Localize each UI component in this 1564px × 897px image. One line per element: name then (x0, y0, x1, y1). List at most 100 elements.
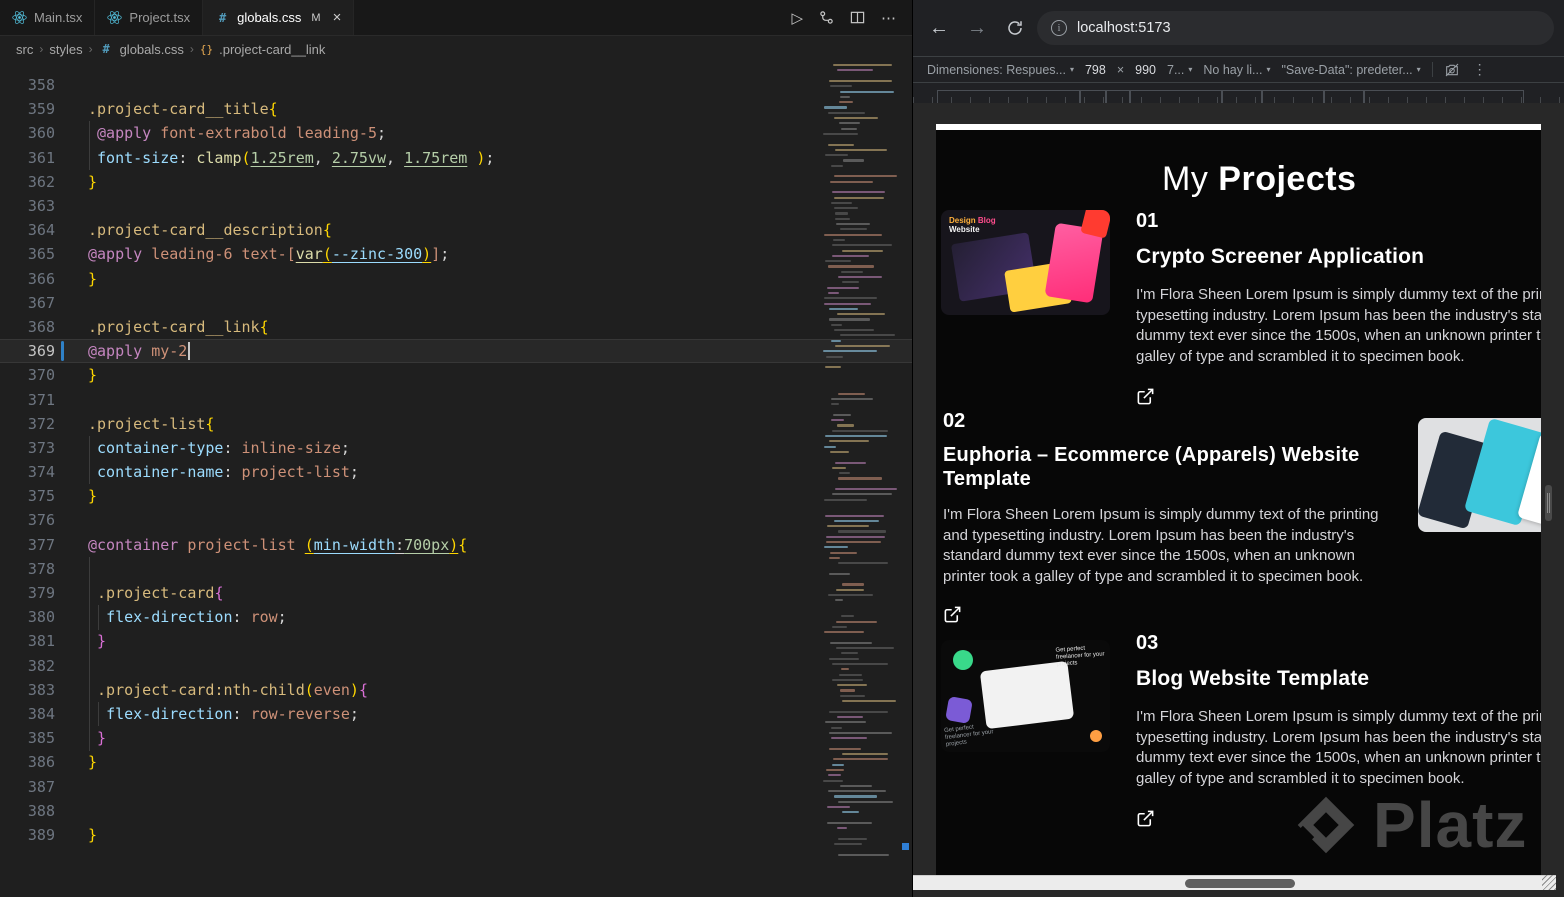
minimap-line (835, 488, 898, 491)
code-line-378[interactable]: 378 (0, 557, 912, 581)
back-icon[interactable]: ← (923, 12, 955, 44)
minimap-line (842, 583, 865, 586)
minimap-line (833, 238, 845, 242)
code-line-379[interactable]: 379 .project-card{ (0, 581, 912, 605)
minimap-line (834, 117, 878, 120)
line-number: 361 (27, 148, 55, 167)
code-line-361[interactable]: 361 font-size: clamp(1.25rem, 2.75vw, 1.… (0, 146, 912, 170)
code-line-386[interactable]: 386} (0, 750, 912, 774)
minimap-line (831, 429, 889, 432)
viewport-height-input[interactable]: 990 (1135, 63, 1156, 77)
breadcrumb-item-symbol[interactable]: .project-card__link (219, 42, 325, 57)
throttling-dropdown[interactable]: No hay li... ▾ (1203, 63, 1270, 77)
breadcrumb-item-file[interactable]: globals.css (120, 42, 184, 57)
code-line-367[interactable]: 367 (0, 291, 912, 315)
code-line-364[interactable]: 364 .project-card__description{ (0, 218, 912, 242)
code-line-377[interactable]: 377 @container project-list (min-width:70… (0, 533, 912, 557)
tab-main-tsx[interactable]: Main.tsx (0, 0, 96, 35)
code-line-373[interactable]: 373 container-type: inline-size; (0, 436, 912, 460)
viewport-resize-handle[interactable] (1545, 485, 1552, 521)
url-bar[interactable]: i localhost:5173 (1037, 11, 1554, 45)
code-line-376[interactable]: 376 (0, 508, 912, 532)
code-line-387[interactable]: 387 (0, 774, 912, 798)
ruler-segment (1106, 90, 1130, 103)
code-line-384[interactable]: 384 flex-direction: row-reverse; (0, 702, 912, 726)
code-line-370[interactable]: 370} (0, 363, 912, 387)
code-line-369[interactable]: 369 @apply my-2 (0, 339, 912, 364)
scrollbar-thumb[interactable] (1185, 879, 1295, 888)
code-line-381[interactable]: 381 } (0, 629, 912, 653)
open-changes-icon[interactable] (819, 10, 834, 25)
minimap-line (840, 652, 858, 655)
minimap-line (825, 768, 845, 772)
device-type-dropdown[interactable]: Dimensiones: Respues... ▾ (927, 63, 1074, 77)
code-text: } (88, 825, 98, 844)
code-line-389[interactable]: 389} (0, 823, 912, 847)
code-text: .project-card__link{ (88, 317, 269, 336)
horizontal-scrollbar[interactable] (913, 875, 1556, 890)
viewport-width-input[interactable]: 798 (1085, 63, 1106, 77)
external-link-icon[interactable] (943, 605, 963, 625)
minimap-line (842, 159, 864, 162)
minimap-line (823, 297, 877, 300)
zoom-dropdown[interactable]: 7... ▾ (1167, 63, 1192, 77)
minimap-line (823, 546, 849, 549)
code-line-359[interactable]: 359 .project-card__title{ (0, 97, 912, 121)
external-link-icon[interactable] (1136, 387, 1156, 407)
resize-grip-icon[interactable] (1542, 875, 1556, 890)
code-line-383[interactable]: 383 .project-card:nth-child(even){ (0, 678, 912, 702)
code-line-368[interactable]: 368 .project-card__link{ (0, 315, 912, 339)
line-number: 369 (27, 342, 55, 361)
code-text: .project-list{ (88, 414, 215, 433)
code-line-388[interactable]: 388 (0, 799, 912, 823)
external-link-icon[interactable] (1136, 809, 1156, 829)
project-title: Crypto Screener Application (1136, 245, 1425, 268)
project-image-design-blog[interactable]: Design Blog Website (941, 210, 1110, 315)
run-button[interactable]: ▷ (791, 9, 803, 27)
react-icon (107, 10, 123, 25)
more-actions-icon[interactable]: ⋯ (881, 9, 896, 27)
line-number: 364 (27, 221, 55, 240)
toolbar-separator (1431, 62, 1433, 77)
indent-guide (89, 557, 90, 751)
line-number: 384 (27, 704, 55, 723)
code-line-358[interactable]: 358 (0, 73, 912, 97)
tab-label: globals.css (237, 10, 302, 25)
code-line-366[interactable]: 366} (0, 267, 912, 291)
code-line-382[interactable]: 382 (0, 654, 912, 678)
code-line-374[interactable]: 374 container-name: project-list; (0, 460, 912, 484)
reload-icon[interactable] (999, 12, 1031, 44)
code-line-365[interactable]: 365 @apply leading-6 text-[var(--zinc-300… (0, 242, 912, 266)
code-editor-area[interactable]: 358 359 .project-card__title{360 @apply fo… (0, 62, 912, 897)
code-line-385[interactable]: 385 } (0, 726, 912, 750)
minimap-line (823, 779, 844, 782)
more-options-icon[interactable]: ⋮ (1473, 61, 1487, 78)
tab-globals-css[interactable]: # globals.css M × (203, 0, 355, 35)
split-editor-icon[interactable] (850, 10, 865, 25)
tab-project-tsx[interactable]: Project.tsx (95, 0, 204, 35)
minimap[interactable] (819, 64, 899, 874)
code-line-371[interactable]: 371 (0, 387, 912, 411)
site-info-icon[interactable]: i (1051, 20, 1067, 36)
code-line-363[interactable]: 363 (0, 194, 912, 218)
page-body: My Projects Design Blog Website 01 Crypt… (936, 124, 1541, 875)
close-tab-icon[interactable]: × (333, 10, 342, 25)
project-image-ecommerce[interactable] (1418, 418, 1541, 532)
react-icon (12, 10, 27, 25)
breadcrumb-item-styles[interactable]: styles (49, 42, 82, 57)
code-line-372[interactable]: 372 .project-list{ (0, 412, 912, 436)
forward-icon[interactable]: → (961, 12, 993, 44)
code-line-362[interactable]: 362} (0, 170, 912, 194)
project-image-blog[interactable]: Get perfect freelancer for your projects… (941, 640, 1110, 752)
code-line-380[interactable]: 380 flex-direction: row; (0, 605, 912, 629)
screenshot-disabled-icon[interactable] (1444, 62, 1460, 78)
minimap-line (829, 556, 841, 560)
code-line-375[interactable]: 375} (0, 484, 912, 508)
line-number: 368 (27, 317, 55, 336)
page-title: My Projects (1162, 160, 1356, 199)
minimap-line (839, 784, 873, 787)
save-data-dropdown[interactable]: "Save-Data": predeter... ▾ (1281, 63, 1420, 77)
breadcrumb-item-src[interactable]: src (16, 42, 33, 57)
code-line-360[interactable]: 360 @apply font-extrabold leading-5; (0, 121, 912, 145)
minimap-line (828, 291, 840, 295)
